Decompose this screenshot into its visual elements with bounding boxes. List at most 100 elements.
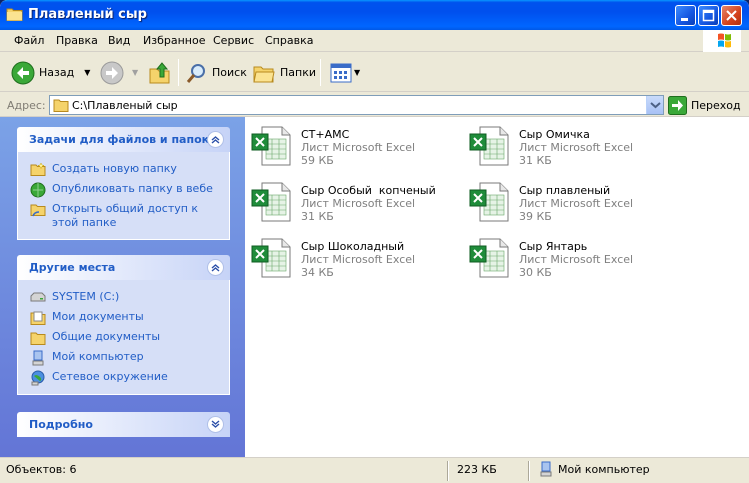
task-label: Создать новую папку <box>52 162 177 175</box>
shared-documents-icon <box>30 332 46 345</box>
excel-file-icon <box>469 126 509 166</box>
place-system-drive[interactable]: SYSTEM (C:) <box>30 290 119 304</box>
folder-icon <box>53 99 69 112</box>
collapse-button[interactable] <box>207 131 224 148</box>
places-panel-header[interactable]: Другие места <box>17 255 230 280</box>
address-input[interactable]: C:\Плавленый сыр <box>49 95 664 115</box>
my-documents-icon <box>30 311 46 325</box>
file-size: 30 КБ <box>519 266 552 279</box>
folders-icon <box>253 66 275 82</box>
file-type: Лист Microsoft Excel <box>519 141 634 154</box>
views-button[interactable]: ▼ <box>330 59 360 86</box>
up-folder-button[interactable] <box>148 59 172 86</box>
menu-view[interactable]: Вид <box>108 34 130 47</box>
address-bar: Адрес: C:\Плавленый сыр Переход <box>0 93 749 117</box>
search-button[interactable]: Поиск <box>186 59 247 86</box>
details-panel-title: Подробно <box>29 418 93 431</box>
file-type: Лист Microsoft Excel <box>301 197 416 210</box>
back-button[interactable]: Назад ▼ <box>11 59 90 86</box>
new-folder-icon <box>30 162 46 176</box>
back-dropdown-icon[interactable]: ▼ <box>84 68 90 77</box>
file-type: Лист Microsoft Excel <box>301 141 416 154</box>
folders-label: Папки <box>280 66 316 79</box>
task-publish-web[interactable]: Опубликовать папку в вебе <box>30 182 213 198</box>
windows-logo <box>703 30 741 52</box>
folder-icon <box>6 8 23 21</box>
minimize-button[interactable] <box>675 5 696 26</box>
chevron-up-icon <box>211 264 220 272</box>
maximize-icon <box>702 9 715 22</box>
go-label: Переход <box>691 99 741 112</box>
file-name: Сыр Омичка <box>519 128 590 141</box>
place-label: SYSTEM (C:) <box>52 290 120 303</box>
excel-file-icon <box>469 182 509 222</box>
place-label: Мой компьютер <box>52 350 144 363</box>
file-item[interactable]: Сыр Особый копченый Лист Microsoft Excel… <box>245 176 455 226</box>
file-size: 31 КБ <box>301 210 334 223</box>
file-type: Лист Microsoft Excel <box>519 253 634 266</box>
window-title: Плавленый сыр <box>28 7 147 22</box>
maximize-button[interactable] <box>698 5 719 26</box>
up-folder-icon <box>149 61 170 83</box>
file-item[interactable]: Сыр Омичка Лист Microsoft Excel 31 КБ <box>463 120 673 170</box>
place-my-computer[interactable]: Мой компьютер <box>30 350 144 366</box>
close-button[interactable] <box>721 5 742 26</box>
menu-favorites[interactable]: Избранное <box>143 34 205 47</box>
file-name: Сыр Шоколадный <box>301 240 405 253</box>
views-icon <box>330 63 352 82</box>
menu-tools[interactable]: Сервис <box>213 34 254 47</box>
place-label: Мои документы <box>52 310 144 323</box>
address-dropdown[interactable] <box>646 96 663 114</box>
search-label: Поиск <box>212 66 247 79</box>
forward-dropdown-icon[interactable]: ▼ <box>132 68 138 77</box>
explorer-window: Плавленый сыр Файл Правка Вид Избранное … <box>0 0 749 483</box>
file-item[interactable]: Сыр Шоколадный Лист Microsoft Excel 34 К… <box>245 232 455 282</box>
views-dropdown-icon[interactable]: ▼ <box>354 68 360 77</box>
go-button[interactable]: Переход <box>668 96 741 115</box>
forward-button[interactable]: ▼ <box>100 59 138 86</box>
folders-button[interactable]: Папки <box>252 59 316 86</box>
file-size: 31 КБ <box>519 154 552 167</box>
search-icon <box>186 63 205 83</box>
file-size: 34 КБ <box>301 266 334 279</box>
file-item[interactable]: Сыр Янтарь Лист Microsoft Excel 30 КБ <box>463 232 673 282</box>
status-object-count: Объектов: 6 <box>6 463 77 476</box>
status-divider <box>528 461 530 481</box>
toolbar: Назад ▼ ▼ Поиск Папки ▼ <box>0 53 749 92</box>
excel-file-icon <box>251 126 291 166</box>
file-size: 39 КБ <box>519 210 552 223</box>
address-value: C:\Плавленый сыр <box>72 99 178 112</box>
tasks-panel-header[interactable]: Задачи для файлов и папок <box>17 127 230 152</box>
address-label: Адрес: <box>7 99 46 112</box>
file-name: Сыр плавленый <box>519 184 611 197</box>
status-bar: Объектов: 6 223 КБ Мой компьютер <box>0 457 749 483</box>
tasks-panel: Создать новую папку Опубликовать папку в… <box>17 152 230 240</box>
place-shared-documents[interactable]: Общие документы <box>30 330 160 346</box>
title-bar[interactable]: Плавленый сыр <box>0 0 749 30</box>
file-item[interactable]: Сыр плавленый Лист Microsoft Excel 39 КБ <box>463 176 673 226</box>
file-name: Сыр Особый копченый <box>301 184 436 197</box>
task-label: Опубликовать папку в вебе <box>52 182 213 195</box>
place-label: Сетевое окружение <box>52 370 168 383</box>
network-icon <box>31 370 45 386</box>
menu-help[interactable]: Справка <box>265 34 313 47</box>
file-name: Сыр Янтарь <box>519 240 588 253</box>
expand-button[interactable] <box>207 416 224 433</box>
menu-file[interactable]: Файл <box>14 34 44 47</box>
chevron-up-icon <box>211 136 220 144</box>
collapse-button[interactable] <box>207 259 224 276</box>
file-list: СТ+АМС Лист Microsoft Excel 59 КБ Сыр Ом… <box>245 117 749 457</box>
task-share-folder[interactable]: Открыть общий доступ к этой папке <box>30 202 220 230</box>
file-item[interactable]: СТ+АМС Лист Microsoft Excel 59 КБ <box>245 120 455 170</box>
details-panel-header[interactable]: Подробно <box>17 412 230 437</box>
forward-arrow-icon <box>100 61 124 84</box>
excel-file-icon <box>251 238 291 278</box>
place-network[interactable]: Сетевое окружение <box>30 370 168 386</box>
task-new-folder[interactable]: Создать новую папку <box>30 162 177 176</box>
menu-edit[interactable]: Правка <box>56 34 98 47</box>
status-location: Мой компьютер <box>538 460 650 478</box>
chevron-down-icon <box>650 102 661 109</box>
share-folder-icon <box>30 204 46 217</box>
toolbar-separator <box>320 59 321 86</box>
place-my-documents[interactable]: Мои документы <box>30 310 144 326</box>
